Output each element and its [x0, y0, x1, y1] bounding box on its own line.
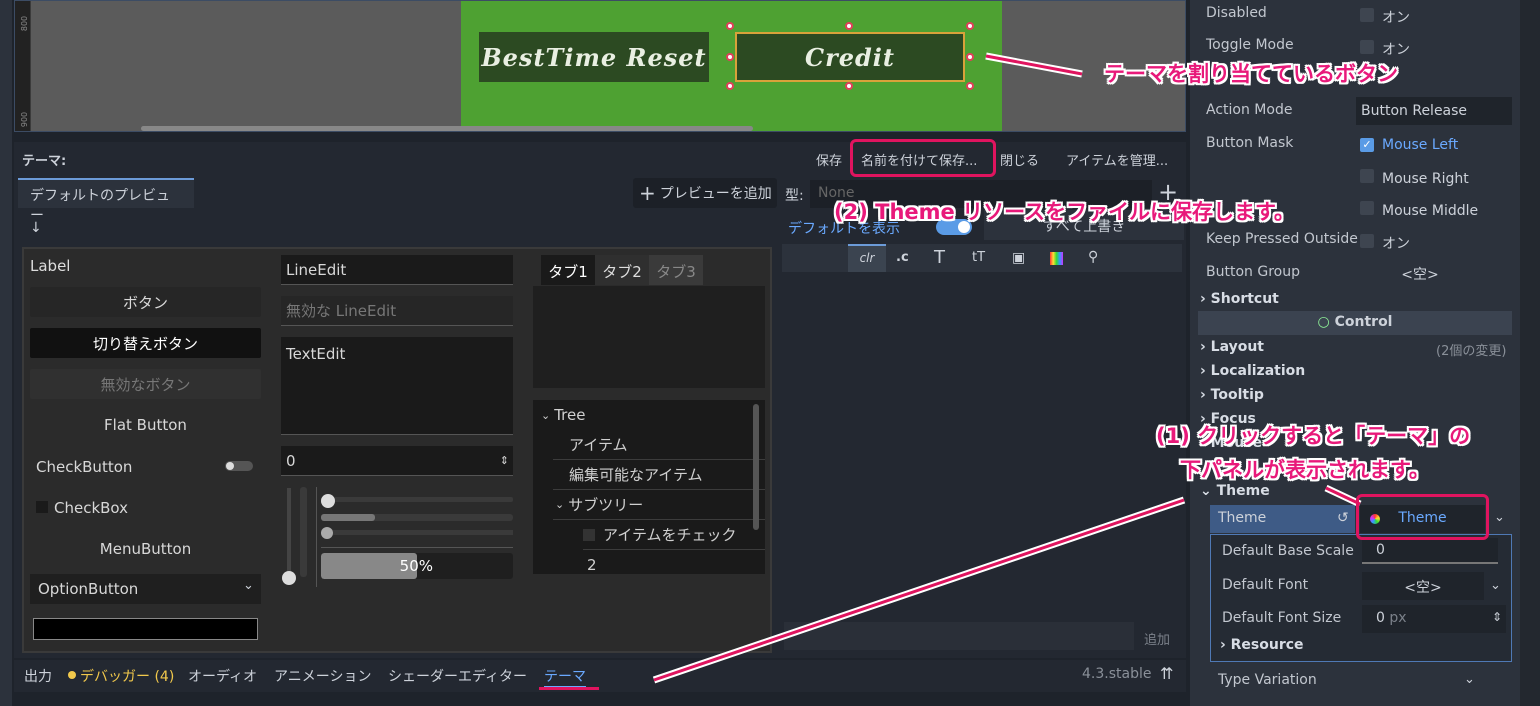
highlight-theme-tab [539, 687, 599, 690]
annotation-click-line2: 下パネルが表示されます。 [1180, 458, 1430, 482]
annotation-arrows [652, 52, 1362, 684]
annotation-click-line1: (1) クリックすると「テーマ」の [1156, 424, 1471, 448]
highlight-theme-value [1356, 494, 1489, 540]
annotation-assigned-button: テーマを割り当てているボタン [1104, 62, 1398, 86]
annotation-save: (2) Theme リソースをファイルに保存します。 [834, 200, 1295, 224]
highlight-save-as [850, 139, 996, 177]
